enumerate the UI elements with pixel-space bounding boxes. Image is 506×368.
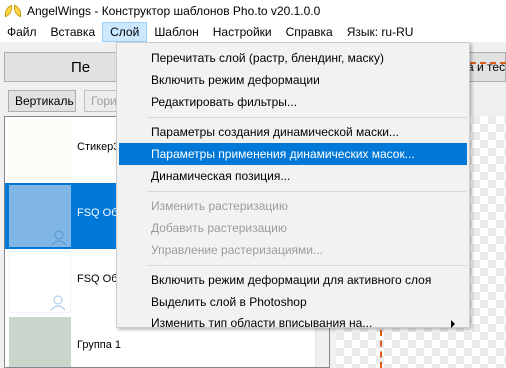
preview-dashed-border [380, 330, 384, 368]
menu-enable-deformation[interactable]: Включить режим деформации [119, 69, 467, 91]
menu-item-label: Изменить тип области вписывания на... [151, 316, 373, 330]
menu-dynamic-position[interactable]: Динамическая позиция... [119, 165, 467, 187]
menu-settings[interactable]: Настройки [206, 22, 279, 42]
menu-dynamic-mask-apply[interactable]: Параметры применения динамических масок.… [119, 143, 467, 165]
menu-reload-layer[interactable]: Перечитать слой (растр, блендинг, маску) [119, 47, 467, 69]
layer-label: Стикер3 [77, 141, 120, 153]
window-title: AngelWings - Конструктор шаблонов Pho.to… [27, 4, 321, 18]
menu-file[interactable]: Файл [0, 22, 44, 42]
person-placeholder-icon [50, 295, 66, 311]
menu-manage-rasterizations: Управление растеризациями... [151, 243, 324, 257]
layer-thumbnail [9, 317, 71, 367]
title-bar: AngelWings - Конструктор шаблонов Pho.to… [0, 0, 506, 22]
menu-layer[interactable]: Слой [102, 22, 148, 42]
menu-edit-filters[interactable]: Редактировать фильтры... [119, 91, 467, 113]
submenu-arrow-icon [451, 320, 455, 328]
menu-separator [147, 265, 467, 266]
menu-insert[interactable]: Вставка [44, 22, 103, 42]
menu-template[interactable]: Шаблон [147, 22, 205, 42]
primary-action-button[interactable]: Пе [4, 52, 124, 82]
layer-thumbnail [9, 251, 71, 313]
menu-language[interactable]: Язык: ru-RU [340, 22, 421, 42]
menu-change-fit-area-type[interactable]: Изменить тип области вписывания на... [119, 313, 467, 333]
menu-help[interactable]: Справка [279, 22, 340, 42]
menu-bar: Файл Вставка Слой Шаблон Настройки Справ… [0, 22, 506, 42]
menu-dynamic-mask-create[interactable]: Параметры создания динамической маски... [119, 121, 467, 143]
layer-thumbnail [9, 185, 71, 247]
menu-deformation-active-layer[interactable]: Включить режим деформации для активного … [119, 269, 467, 291]
menu-add-rasterization: Добавить растеризацию [151, 221, 287, 235]
layer-thumbnail [9, 119, 71, 181]
menu-separator [147, 191, 467, 192]
menu-separator [147, 117, 467, 118]
menu-select-in-photoshop[interactable]: Выделить слой в Photoshop [119, 291, 467, 313]
angelwings-app-icon [5, 3, 21, 19]
vertical-button[interactable]: Вертикаль [8, 90, 76, 112]
menu-change-rasterization: Изменить растеризацию [151, 199, 288, 213]
layer-label: Группа 1 [77, 339, 122, 351]
layer-dropdown-menu: Перечитать слой (растр, блендинг, маску)… [116, 42, 470, 330]
person-placeholder-icon [51, 230, 67, 246]
